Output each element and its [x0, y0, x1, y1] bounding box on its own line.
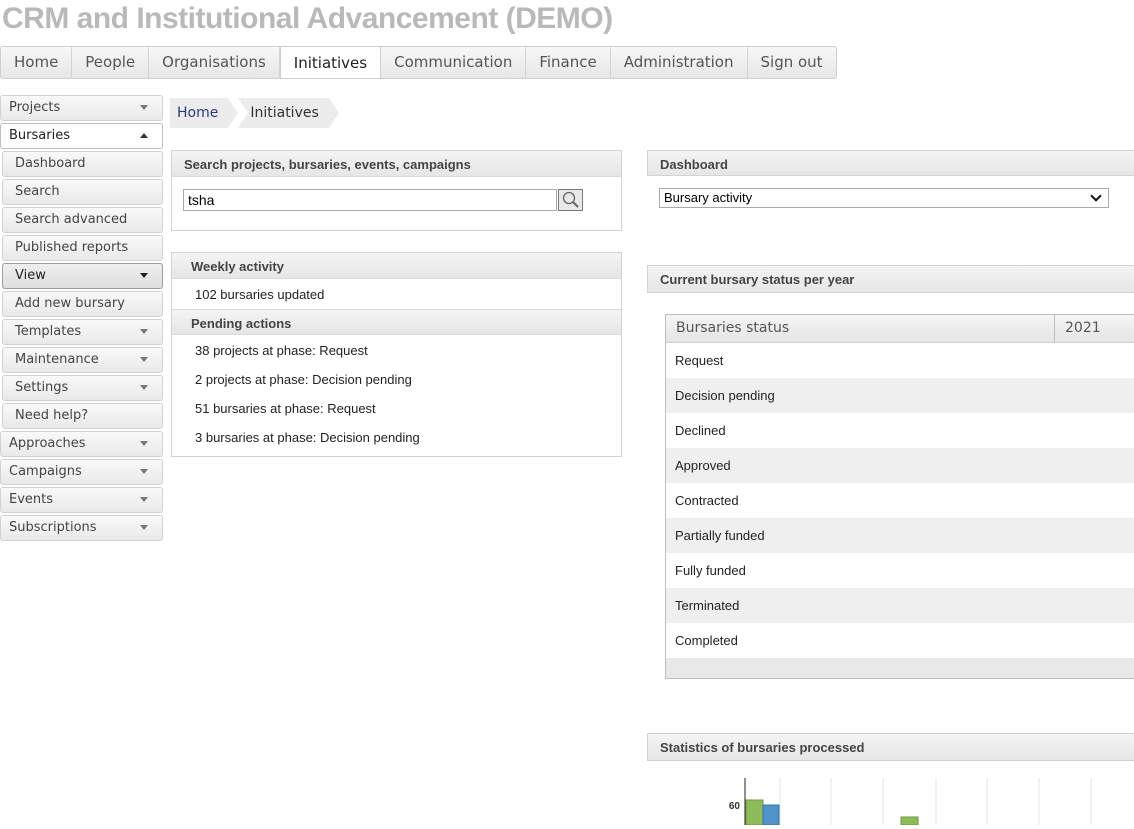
chevron-down-icon — [140, 357, 148, 362]
sidebar-item-view[interactable]: View — [2, 263, 163, 289]
statistics-heading: Statistics of bursaries processed — [648, 734, 1134, 760]
chevron-down-icon — [140, 469, 148, 474]
bursary-status-heading: Current bursary status per year — [648, 266, 1134, 292]
nav-home[interactable]: Home — [1, 47, 73, 78]
sidebar-item-label: Campaigns — [9, 464, 82, 479]
sidebar-item-events[interactable]: Events — [0, 487, 163, 513]
chevron-down-icon — [140, 105, 148, 110]
breadcrumb: Home Initiatives — [170, 98, 340, 128]
app-title: CRM and Institutional Advancement (DEMO) — [2, 2, 613, 35]
search-panel: Search projects, bursaries, events, camp… — [171, 150, 622, 231]
dashboard-heading: Dashboard — [647, 150, 1134, 176]
chart-bar — [762, 804, 780, 826]
sidebar-item-need-help[interactable]: Need help? — [2, 403, 163, 429]
chevron-down-icon — [140, 441, 148, 446]
sidebar-item-campaigns[interactable]: Campaigns — [0, 459, 163, 485]
breadcrumb-home[interactable]: Home — [170, 98, 239, 128]
table-footer — [666, 658, 1134, 678]
table-row: Decision pending — [666, 378, 1134, 413]
search-button[interactable] — [558, 189, 583, 211]
bursaries-updated-text: 102 bursaries updated — [195, 287, 325, 302]
chart-bar — [745, 799, 764, 826]
table-row: Completed — [675, 633, 738, 648]
nav-sign-out[interactable]: Sign out — [748, 47, 836, 78]
sidebar-item-label: Bursaries — [9, 128, 70, 143]
pending-action-item: 2 projects at phase: Decision pending — [195, 372, 412, 387]
search-panel-heading: Search projects, bursaries, events, camp… — [172, 151, 621, 177]
nav-people[interactable]: People — [72, 47, 150, 78]
breadcrumb-initiatives[interactable]: Initiatives — [238, 98, 340, 128]
chevron-down-icon — [140, 385, 148, 390]
nav-initiatives[interactable]: Initiatives — [279, 46, 382, 78]
sidebar-item-search-advanced[interactable]: Search advanced — [2, 207, 163, 233]
sidebar-item-search[interactable]: Search — [2, 179, 163, 205]
sidebar-item-approaches[interactable]: Approaches — [0, 431, 163, 457]
statistics-chart-svg: 60 — [729, 778, 1092, 826]
pending-actions-heading: Pending actions — [172, 309, 621, 335]
dashboard-panel: Dashboard Bursary activity — [647, 150, 1134, 230]
search-input[interactable] — [183, 189, 557, 211]
sidebar-item-label: View — [15, 268, 46, 283]
sidebar-item-add-new-bursary[interactable]: Add new bursary — [2, 291, 163, 317]
sidebar-item-label: Templates — [15, 324, 82, 339]
chevron-down-icon — [140, 497, 148, 502]
bursary-status-panel: Current bursary status per year — [647, 265, 1134, 293]
nav-communication[interactable]: Communication — [381, 47, 527, 78]
chart-bar — [900, 816, 919, 826]
weekly-activity-panel: Weekly activity 102 bursaries updated Pe… — [171, 252, 622, 457]
table-header: Bursaries status 2021 — [666, 315, 1134, 343]
pending-action-item: 51 bursaries at phase: Request — [195, 401, 376, 416]
sidebar-item-projects[interactable]: Projects — [0, 95, 163, 121]
dashboard-select[interactable]: Bursary activity — [659, 188, 1109, 208]
chevron-down-icon — [140, 273, 148, 278]
statistics-chart: 60 — [700, 770, 1134, 826]
table-row: Declined — [675, 423, 726, 438]
table-row: Contracted — [675, 493, 739, 508]
column-header-year[interactable]: 2021 — [1055, 315, 1101, 342]
sidebar-item-templates[interactable]: Templates — [2, 319, 163, 345]
sidebar-item-published-reports[interactable]: Published reports — [2, 235, 163, 261]
dashboard-select-value: Bursary activity — [664, 190, 753, 205]
chevron-down-icon — [140, 525, 148, 530]
table-row: Approved — [666, 448, 1134, 483]
sidebar-item-label: Maintenance — [15, 352, 99, 367]
pending-action-item: 38 projects at phase: Request — [195, 343, 368, 358]
sidebar-item-dashboard[interactable]: Dashboard — [2, 151, 163, 177]
chevron-down-icon — [140, 329, 148, 334]
statistics-panel: Statistics of bursaries processed — [647, 733, 1134, 761]
table-row: Terminated — [666, 588, 1134, 623]
table-row: Fully funded — [675, 563, 746, 578]
chevron-up-icon — [140, 133, 148, 138]
nav-organisations[interactable]: Organisations — [149, 47, 280, 78]
weekly-activity-heading: Weekly activity — [172, 253, 621, 279]
top-navigation: Home People Organisations Initiatives Co… — [0, 46, 837, 79]
sidebar-item-label: Subscriptions — [9, 520, 97, 535]
pending-action-item: 3 bursaries at phase: Decision pending — [195, 430, 420, 445]
sidebar-item-label: Approaches — [9, 436, 86, 451]
nav-administration[interactable]: Administration — [611, 47, 748, 78]
sidebar-item-subscriptions[interactable]: Subscriptions — [0, 515, 163, 541]
bursary-status-table: Bursaries status 2021 Request Decision p… — [665, 314, 1134, 679]
table-row: Partially funded — [666, 518, 1134, 553]
sidebar-item-label: Settings — [15, 380, 69, 395]
nav-finance[interactable]: Finance — [526, 47, 611, 78]
sidebar-item-label: Events — [9, 492, 54, 507]
search-icon — [562, 191, 579, 208]
chevron-down-icon — [1090, 190, 1102, 202]
sidebar-item-bursaries[interactable]: Bursaries — [0, 123, 163, 149]
sidebar-item-label: Projects — [9, 100, 61, 115]
sidebar-item-maintenance[interactable]: Maintenance — [2, 347, 163, 373]
y-tick-label: 60 — [729, 801, 741, 812]
column-header-status[interactable]: Bursaries status — [666, 315, 1055, 342]
sidebar-item-settings[interactable]: Settings — [2, 375, 163, 401]
table-row: Request — [675, 353, 724, 368]
sidebar: Projects Bursaries Dashboard Search Sear… — [0, 95, 163, 543]
